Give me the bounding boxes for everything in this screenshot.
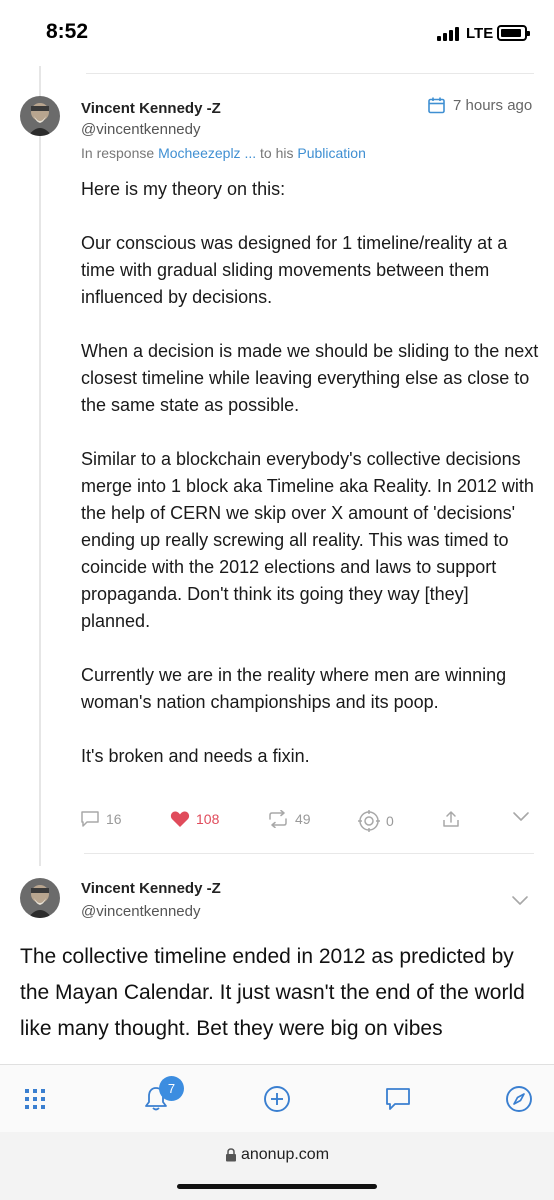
chat-icon	[386, 1088, 410, 1110]
divider	[86, 73, 534, 74]
post-paragraph: Currently we are in the reality where me…	[81, 665, 507, 712]
post-actions: 16 108 49 0	[80, 810, 540, 834]
heart-icon	[170, 811, 190, 827]
share-icon	[443, 811, 459, 827]
timestamp: 7 hours ago	[428, 97, 532, 114]
tip-count: 0	[386, 813, 394, 829]
reply-context: In response Mocheezeplz ... to his Publi…	[81, 145, 366, 161]
avatar[interactable]	[20, 878, 60, 918]
network-label: LTE	[466, 25, 494, 42]
tip-button[interactable]: 0	[358, 810, 394, 832]
comment-icon	[81, 811, 99, 827]
divider	[84, 853, 534, 854]
like-count: 108	[196, 811, 220, 827]
more-options-button[interactable]	[512, 810, 530, 822]
repost-icon	[269, 810, 287, 828]
author-name[interactable]: Vincent Kennedy -Z	[81, 100, 221, 117]
repost-count: 49	[295, 811, 311, 827]
target-icon	[358, 810, 380, 832]
author-name[interactable]: Vincent Kennedy -Z	[81, 880, 221, 897]
post-paragraph: It's broken and needs a fixin.	[81, 746, 310, 766]
thread-line	[39, 66, 41, 866]
lock-icon	[225, 1148, 236, 1162]
chevron-down-icon	[513, 812, 529, 821]
post-paragraph: Here is my theory on this:	[81, 179, 286, 199]
comment-count: 16	[106, 811, 122, 827]
browser-url-bar[interactable]: anonup.com	[0, 1132, 554, 1200]
signal-icon	[437, 27, 463, 41]
chevron-down-icon	[512, 896, 528, 905]
comment-button[interactable]: 16	[80, 810, 122, 828]
status-bar: 8:52 LTE	[0, 0, 554, 66]
like-button[interactable]: 108	[170, 810, 219, 828]
post-paragraph: Our conscious was designed for 1 timelin…	[81, 233, 508, 307]
grid-icon	[25, 1089, 45, 1109]
compass-icon	[506, 1086, 532, 1112]
post-paragraph: Similar to a blockchain everybody's coll…	[81, 449, 534, 631]
share-button[interactable]	[442, 810, 460, 828]
reply-middle: to his	[260, 145, 294, 161]
tab-explore[interactable]	[503, 1083, 535, 1115]
battery-icon	[497, 25, 530, 41]
url-display[interactable]: anonup.com	[0, 1146, 554, 1164]
author-handle[interactable]: @vincentkennedy	[81, 121, 200, 138]
author-handle[interactable]: @vincentkennedy	[81, 903, 200, 920]
tab-messages[interactable]	[382, 1083, 414, 1115]
post-body: The collective timeline ended in 2012 as…	[20, 945, 525, 1040]
plus-circle-icon	[264, 1086, 290, 1112]
post-paragraph: When a decision is made we should be sli…	[81, 341, 539, 415]
post-menu-button[interactable]	[511, 893, 529, 911]
timestamp-text: 7 hours ago	[453, 97, 533, 114]
post-body: Here is my theory on this: Our conscious…	[81, 176, 541, 797]
tab-menu[interactable]	[19, 1083, 51, 1115]
reply-prefix: In response	[81, 145, 155, 161]
status-time: 8:52	[46, 20, 89, 43]
avatar[interactable]	[20, 96, 60, 136]
reply-user-link[interactable]: Mocheezeplz ...	[158, 145, 256, 161]
notification-badge: 7	[159, 1076, 184, 1101]
url-text: anonup.com	[240, 1146, 330, 1163]
calendar-icon	[428, 97, 445, 114]
tab-bar	[0, 1064, 554, 1132]
tab-compose[interactable]	[261, 1083, 293, 1115]
repost-button[interactable]: 49	[267, 810, 311, 828]
reply-target-link[interactable]: Publication	[297, 145, 366, 161]
home-indicator[interactable]	[177, 1184, 377, 1189]
